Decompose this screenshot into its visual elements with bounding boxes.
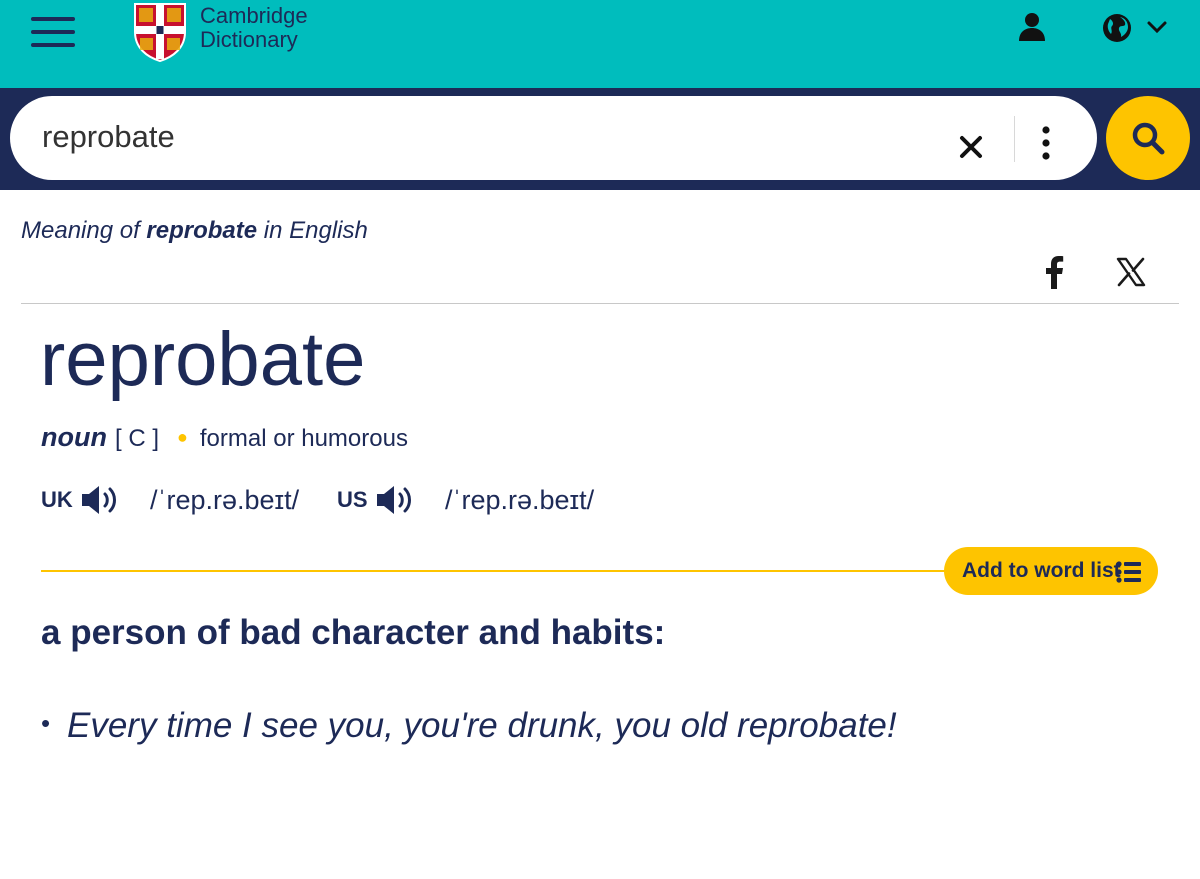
crest-logo[interactable]	[133, 2, 187, 62]
chevron-down-icon[interactable]	[1145, 17, 1169, 37]
brand-line-1: Cambridge	[200, 3, 308, 28]
x-twitter-icon[interactable]	[1116, 257, 1146, 287]
usage-label: formal or humorous	[199, 425, 408, 452]
clear-icon[interactable]	[959, 135, 983, 159]
top-header: Cambridge Dictionary	[0, 0, 1200, 88]
meaning-heading: Meaning of reprobate in English	[21, 217, 368, 245]
facebook-icon[interactable]	[1043, 255, 1065, 289]
more-vertical-icon[interactable]	[1040, 126, 1052, 160]
list-icon	[1116, 561, 1141, 583]
search-input[interactable]	[42, 114, 922, 160]
example-sentence: Every time I see you, you're drunk, you …	[67, 706, 897, 745]
ipa-uk: /ˈrep.rə.beɪt/	[150, 485, 300, 515]
ipa-us: /ˈrep.rə.beɪt/	[445, 485, 595, 515]
definition-text: a person of bad character and habits:	[41, 613, 666, 652]
region-label-us: US	[337, 487, 368, 512]
search-icon	[1132, 122, 1165, 155]
grammar-code[interactable]: [ C ]	[115, 425, 159, 452]
pronunciation-uk: UK /ˈrep.rə.beɪt/	[41, 480, 321, 520]
speaker-icon[interactable]	[80, 483, 122, 517]
search-button[interactable]	[1106, 96, 1190, 180]
search-divider	[1014, 116, 1015, 162]
brand-name[interactable]: Cambridge Dictionary	[200, 4, 308, 52]
part-of-speech-line: noun [ C ] ● formal or humorous	[41, 420, 408, 457]
speaker-icon[interactable]	[375, 483, 417, 517]
meaning-prefix: Meaning of	[21, 217, 140, 244]
search-bar-area	[0, 88, 1200, 190]
add-to-word-list-label: Add to word list	[962, 559, 1121, 582]
add-to-word-list-button[interactable]: Add to word list	[944, 547, 1158, 595]
example-bullet: •	[41, 708, 51, 738]
header-divider	[21, 303, 1179, 304]
separator-dot: ●	[177, 427, 188, 447]
search-box	[10, 96, 1097, 180]
meaning-suffix: in English	[263, 217, 368, 244]
part-of-speech[interactable]: noun	[41, 422, 107, 452]
headword: reprobate	[40, 317, 366, 402]
sense-divider	[41, 570, 961, 572]
meaning-word: reprobate	[146, 217, 258, 244]
globe-icon[interactable]	[1101, 12, 1133, 44]
brand-line-2: Dictionary	[200, 27, 298, 52]
region-label-uk: UK	[41, 487, 73, 512]
menu-icon[interactable]	[31, 17, 75, 47]
pronunciation-us: US /ˈrep.rə.beɪt/	[337, 480, 627, 520]
user-icon[interactable]	[1017, 12, 1047, 42]
